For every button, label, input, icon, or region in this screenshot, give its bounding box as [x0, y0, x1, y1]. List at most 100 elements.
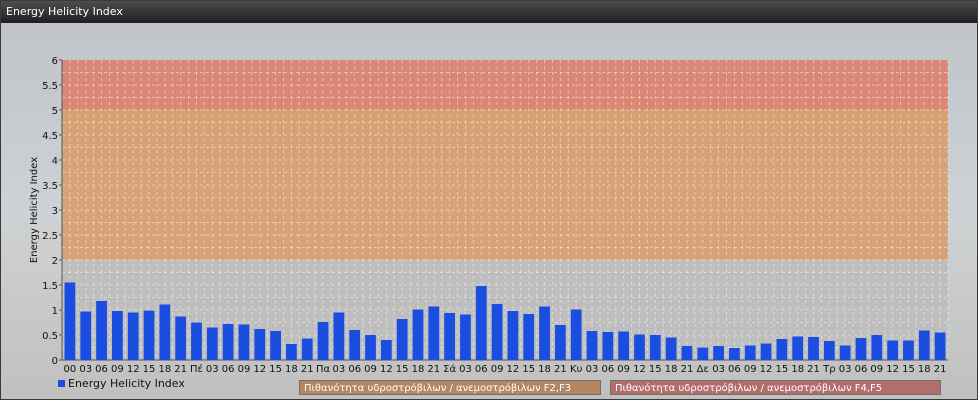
y-tick-label: 2 — [52, 256, 58, 267]
bar — [428, 306, 440, 360]
x-tick-label: 03 — [333, 364, 346, 375]
legend-series-label: Energy Helicity Index — [68, 376, 185, 390]
bar — [238, 324, 250, 360]
x-tick-label: 09 — [744, 364, 757, 375]
bar — [554, 325, 566, 360]
bar — [64, 282, 76, 360]
x-tick-label: 09 — [491, 364, 504, 375]
y-tick-label: 4.5 — [42, 131, 58, 142]
bar — [286, 344, 297, 360]
x-tick-label: 03 — [712, 364, 725, 375]
bar — [903, 340, 914, 360]
x-tick-label: 09 — [238, 364, 251, 375]
bar — [570, 309, 582, 360]
x-tick-label: 21 — [681, 364, 694, 375]
bar — [634, 334, 645, 360]
bar — [460, 314, 471, 360]
x-tick-label: 06 — [348, 364, 361, 375]
bar — [206, 327, 218, 360]
bar — [396, 319, 408, 360]
bar — [191, 322, 202, 360]
bar — [618, 331, 630, 360]
bar — [649, 335, 661, 360]
x-tick-label: 18 — [791, 364, 804, 375]
bar — [175, 316, 187, 360]
y-tick-label: 2.5 — [42, 231, 58, 242]
x-tick-label: 15 — [902, 364, 915, 375]
x-tick-label: 18 — [538, 364, 551, 375]
x-tick-label: 21 — [934, 364, 947, 375]
x-tick-label: 15 — [649, 364, 662, 375]
bar — [855, 338, 867, 360]
bar — [96, 301, 107, 360]
x-tick-label: 18 — [665, 364, 678, 375]
x-tick-labels: 00 03 06 09 12 15 18 21 Πέ 03 06 09 12 15 18 21 Πα 03 06 09… — [64, 363, 947, 375]
bar — [317, 322, 329, 360]
bar — [776, 339, 788, 360]
bar — [586, 331, 598, 360]
bar — [760, 343, 772, 360]
bar — [254, 329, 266, 360]
bar — [222, 324, 234, 360]
x-tick-label: 12 — [253, 364, 266, 375]
x-tick-label: 21 — [554, 364, 567, 375]
bar — [887, 340, 899, 360]
x-tick-label: 09 — [617, 364, 630, 375]
bar — [475, 286, 487, 360]
x-tick-label: 06 — [601, 364, 614, 375]
bar — [729, 348, 740, 360]
x-tick-label: 12 — [507, 364, 520, 375]
bar — [792, 336, 804, 360]
bar — [665, 337, 677, 360]
bar — [301, 338, 313, 360]
bar — [127, 312, 139, 360]
x-tick-label: 15 — [269, 364, 282, 375]
ehi-chart: 00.511.522.533.544.555.56 00 03 06 09 12 15 18… — [29, 56, 949, 375]
bar — [143, 310, 155, 360]
y-axis-label: Energy Helicity Index — [29, 157, 40, 263]
x-tick-label: 21 — [301, 364, 314, 375]
y-tick-labels: 0 0.5 1 1.5 2 2.5 3 3.5 4 4.5 5 5.5 6 — [42, 56, 62, 367]
bar — [444, 313, 456, 360]
legend-band-f4f5: Πιθανότητα υδροστρόβιλων / ανεμοστρόβιλω… — [610, 380, 941, 395]
x-tick-label: Δε — [697, 364, 709, 375]
y-tick-label: 4 — [52, 156, 58, 167]
x-tick-label: 15 — [776, 364, 789, 375]
y-tick-label: 1.5 — [42, 281, 58, 292]
x-tick-label: 06 — [222, 364, 235, 375]
y-tick-label: 6 — [52, 56, 58, 67]
bar — [681, 346, 693, 360]
bar — [412, 309, 424, 360]
bar — [270, 331, 281, 360]
y-tick-label: 0 — [52, 356, 58, 367]
x-tick-label: 18 — [918, 364, 931, 375]
bar — [823, 341, 835, 360]
bar — [159, 304, 171, 360]
bar — [744, 345, 756, 360]
x-tick-label: 03 — [839, 364, 852, 375]
x-tick-label: 15 — [396, 364, 409, 375]
x-tick-label: 06 — [475, 364, 488, 375]
legend-series-item: Energy Helicity Index — [58, 374, 185, 392]
x-tick-label: 03 — [586, 364, 599, 375]
x-tick-label: 15 — [522, 364, 535, 375]
bar — [380, 340, 392, 360]
bar — [697, 347, 709, 360]
bar — [523, 314, 535, 360]
bar — [365, 335, 376, 360]
x-tick-label: 12 — [886, 364, 899, 375]
x-tick-label: Σά — [443, 363, 456, 375]
x-tick-label: 21 — [807, 364, 820, 375]
y-tick-label: 3 — [52, 206, 58, 217]
bar — [713, 346, 724, 360]
bar — [539, 306, 550, 360]
x-tick-label: 18 — [285, 364, 298, 375]
bar — [808, 337, 819, 360]
y-tick-label: 5 — [52, 106, 58, 117]
bar — [80, 311, 92, 360]
y-tick-label: 3.5 — [42, 181, 58, 192]
bar — [871, 335, 883, 360]
bar — [934, 332, 946, 360]
bar — [602, 332, 614, 360]
x-tick-label: 03 — [459, 364, 472, 375]
